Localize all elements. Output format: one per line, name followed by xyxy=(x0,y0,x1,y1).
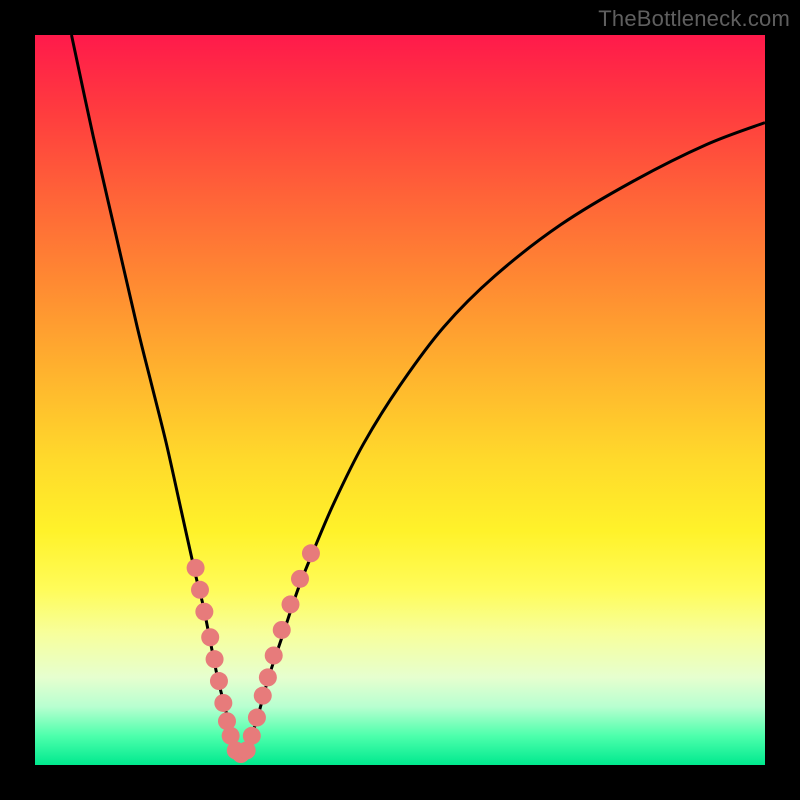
data-marker xyxy=(254,687,272,705)
gradient-plot-area xyxy=(35,35,765,765)
data-marker xyxy=(248,709,266,727)
data-marker xyxy=(210,672,228,690)
data-marker xyxy=(259,668,277,686)
data-marker xyxy=(265,647,283,665)
data-marker xyxy=(273,621,291,639)
data-marker xyxy=(191,581,209,599)
data-marker xyxy=(291,570,309,588)
data-marker xyxy=(195,603,213,621)
curve-layer xyxy=(72,35,766,758)
data-marker xyxy=(187,559,205,577)
data-marker xyxy=(214,694,232,712)
data-marker xyxy=(201,628,219,646)
marker-layer xyxy=(187,544,320,763)
chart-svg xyxy=(35,35,765,765)
curve-left-branch xyxy=(72,35,240,758)
curve-right-branch xyxy=(239,123,765,758)
watermark-label: TheBottleneck.com xyxy=(598,6,790,32)
data-marker xyxy=(302,544,320,562)
data-marker xyxy=(282,595,300,613)
outer-frame: TheBottleneck.com xyxy=(0,0,800,800)
data-marker xyxy=(206,650,224,668)
data-marker xyxy=(243,727,261,745)
